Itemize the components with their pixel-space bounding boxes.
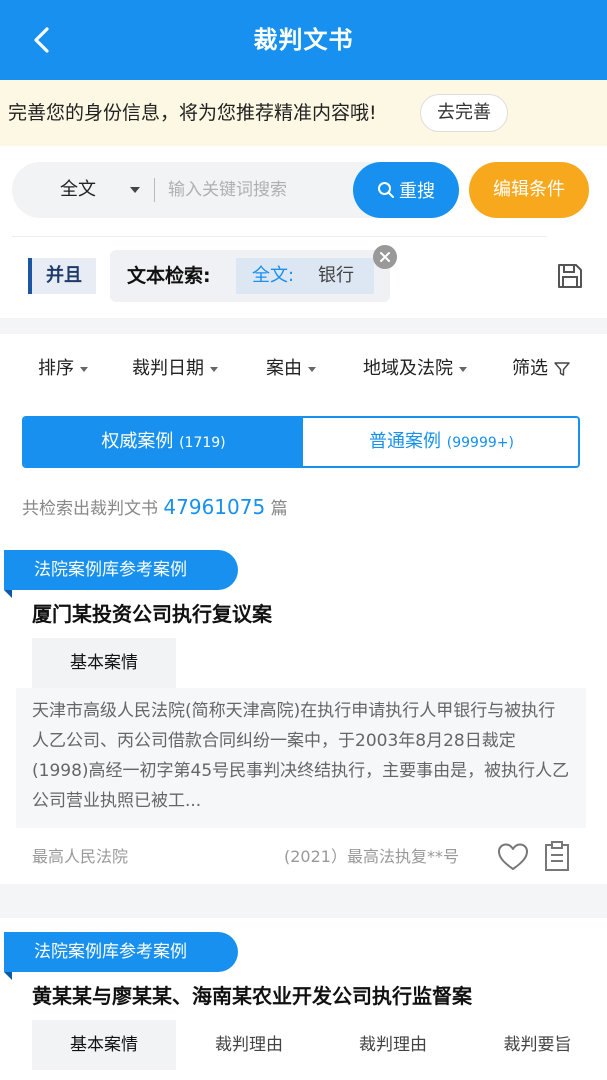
tab-count: (99999+) (446, 435, 514, 451)
search-icon (378, 182, 394, 198)
search-scope-select[interactable]: 全文 (60, 162, 96, 218)
case-type-tabs: 权威案例 (1719) 普通案例 (99999+) (22, 416, 580, 468)
case-card[interactable]: 法院案例库参考案例 厦门某投资公司执行复议案 基本案情 天津市高级人民法院(简称… (0, 536, 607, 884)
logic-operator-tag[interactable]: 并且 (28, 258, 96, 294)
filter-judgment-date[interactable]: 裁判日期 (132, 334, 218, 404)
case-title[interactable]: 黄某某与廖某某、海南某农业开发公司执行监督案 (32, 976, 472, 1016)
tab-label: 权威案例 (101, 431, 174, 452)
caret-down-icon (459, 366, 467, 372)
filter-cause-label: 案由 (266, 358, 302, 379)
floppy-disk-icon (558, 264, 582, 288)
tab-count: (1719) (179, 435, 226, 451)
case-card[interactable]: 法院案例库参考案例 黄某某与廖某某、海南某农业开发公司执行监督案 基本案情 裁判… (0, 918, 607, 1080)
page-title: 裁判文书 (253, 26, 354, 54)
section-tab-reasoning-2[interactable]: 裁判理由 (324, 1020, 462, 1070)
ribbon-fold (4, 590, 12, 598)
section-tab-reasoning[interactable]: 裁判理由 (180, 1020, 318, 1070)
funnel-icon (554, 362, 570, 376)
filter-screen-label: 筛选 (512, 358, 548, 379)
filter-cause[interactable]: 案由 (266, 334, 316, 404)
search-divider (154, 178, 155, 202)
case-summary: 天津市高级人民法院(简称天津高院)在执行申请执行人甲银行与被执行人乙公司、丙公司… (16, 688, 586, 828)
condition-field: 全文: (252, 265, 295, 286)
section-tab-key-points[interactable]: 裁判要旨 (468, 1020, 607, 1070)
total-suffix: 篇 (270, 499, 288, 519)
banner-message: 完善您的身份信息，将为您推荐精准内容哦! (8, 102, 377, 124)
save-search-button[interactable] (556, 262, 584, 290)
condition-value: 银行 (318, 265, 354, 286)
search-input[interactable] (168, 162, 348, 218)
case-court: 最高人民法院 (32, 847, 129, 866)
section-tab-basic-facts[interactable]: 基本案情 (32, 638, 176, 688)
tab-label: 普通案例 (369, 431, 442, 452)
filter-screen[interactable]: 筛选 (512, 334, 570, 404)
app-header: 裁判文书 (0, 0, 607, 80)
close-icon (380, 252, 390, 262)
edit-conditions-button[interactable]: 编辑条件 (469, 162, 589, 218)
search-box: 全文 (12, 162, 412, 218)
favorite-button[interactable] (497, 842, 529, 876)
remove-condition-button[interactable] (373, 245, 397, 269)
search-area: 全文 重搜 编辑条件 并且 文本检索: 全文: 银行 (0, 146, 607, 318)
complete-profile-button[interactable]: 去完善 (420, 94, 508, 132)
filter-region-court[interactable]: 地域及法院 (363, 334, 467, 404)
case-ribbon: 法院案例库参考案例 (4, 550, 238, 590)
caret-down-icon (80, 366, 88, 372)
total-count: 47961075 (163, 495, 266, 519)
research-button[interactable]: 重搜 (353, 162, 459, 218)
filter-region-label: 地域及法院 (363, 358, 453, 379)
case-title[interactable]: 厦门某投资公司执行复议案 (32, 594, 272, 634)
filter-sort[interactable]: 排序 (38, 334, 88, 404)
result-total: 共检索出裁判文书 47961075 篇 (22, 492, 288, 524)
copy-button[interactable] (543, 840, 571, 876)
case-type-area: 权威案例 (1719) 普通案例 (99999+) 共检索出裁判文书 47961… (0, 404, 607, 536)
research-label: 重搜 (399, 181, 435, 202)
caret-down-icon (130, 187, 140, 193)
caret-down-icon (210, 366, 218, 372)
condition-label: 文本检索: (127, 265, 211, 287)
condition-chip[interactable]: 全文: 银行 (236, 258, 374, 294)
filter-sort-label: 排序 (38, 358, 74, 379)
divider (12, 236, 547, 237)
profile-banner: 完善您的身份信息，将为您推荐精准内容哦! 去完善 (0, 80, 607, 146)
clipboard-icon (545, 841, 569, 871)
caret-down-icon (308, 366, 316, 372)
total-prefix: 共检索出裁判文书 (22, 499, 158, 519)
search-condition: 文本检索: 全文: 银行 (110, 250, 390, 302)
filter-date-label: 裁判日期 (132, 358, 204, 379)
ribbon-fold (4, 972, 12, 980)
tab-ordinary-cases[interactable]: 普通案例 (99999+) (303, 418, 578, 466)
filter-bar: 排序 裁判日期 案由 地域及法院 筛选 (0, 334, 607, 404)
case-number: (2021）最高法执复**号 (284, 847, 459, 866)
heart-icon (498, 843, 528, 870)
tab-authoritative-cases[interactable]: 权威案例 (1719) (24, 418, 303, 466)
section-tab-basic-facts[interactable]: 基本案情 (32, 1020, 176, 1070)
case-ribbon: 法院案例库参考案例 (4, 932, 238, 972)
